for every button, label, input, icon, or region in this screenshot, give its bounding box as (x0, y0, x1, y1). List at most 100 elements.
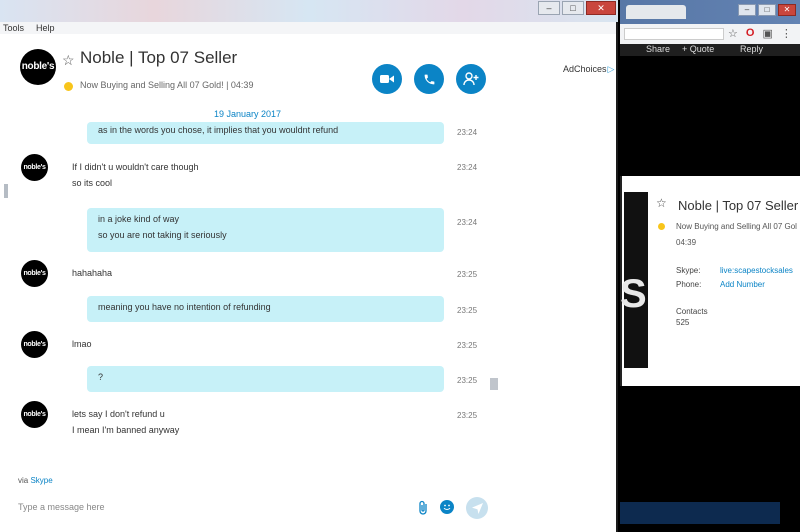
message-input[interactable]: Type a message here (18, 502, 105, 512)
emoticon-icon[interactable] (440, 500, 454, 514)
window-title-bar: – □ ✕ (0, 0, 618, 22)
contact-name[interactable]: Noble | Top 07 Seller (80, 48, 237, 68)
message-text: as in the words you chose, it implies th… (98, 125, 339, 135)
window-controls: – □ ✕ (538, 1, 616, 15)
message-timestamp: 23:24 (457, 218, 478, 227)
browser-minimize-button[interactable]: – (738, 4, 756, 16)
message-timestamp: 23:24 (457, 128, 478, 137)
message-timestamp: 23:25 (457, 306, 478, 315)
browser-window: – □ ✕ ☆ O ▣ ⋮ Share + Quote Reply S ☆ No… (620, 0, 800, 532)
sender-avatar[interactable]: noble's (21, 401, 48, 428)
via-label: via Skype (18, 476, 53, 485)
send-button[interactable] (466, 497, 488, 519)
skype-id[interactable]: live:scapestocksales (720, 266, 793, 275)
via-prefix: via (18, 476, 29, 485)
message-incoming[interactable]: If I didn't u wouldn't care though so it… (72, 159, 199, 191)
card-star-icon[interactable]: ☆ (656, 196, 667, 210)
avatar-label: noble's (21, 61, 55, 72)
menu-help[interactable]: Help (36, 22, 55, 34)
bookmark-star-icon[interactable]: ☆ (728, 27, 738, 40)
menu-icon[interactable]: ⋮ (781, 27, 792, 40)
add-number-link[interactable]: Add Number (720, 280, 765, 289)
phone-label: Phone: (676, 280, 702, 289)
video-call-button[interactable] (372, 64, 402, 94)
message-text: so you are not taking it seriously (98, 230, 227, 240)
avatar-label: noble's (23, 164, 46, 171)
url-field[interactable] (624, 28, 724, 40)
maximize-button[interactable]: □ (562, 1, 584, 15)
message-text: ? (98, 372, 104, 382)
message-bubble-outgoing[interactable]: in a joke kind of way so you are not tak… (87, 208, 444, 252)
card-contact-name: Noble | Top 07 Seller (678, 198, 799, 213)
browser-close-button[interactable]: ✕ (778, 4, 796, 16)
message-text: in a joke kind of way (98, 214, 180, 224)
message-scroll-handle[interactable] (490, 378, 498, 390)
browser-titlebar: – □ ✕ (620, 0, 800, 24)
date-separator: 19 January 2017 (214, 109, 282, 119)
message-text: I mean I'm banned anyway (72, 425, 180, 435)
message-bubble-outgoing[interactable]: as in the words you chose, it implies th… (87, 122, 444, 144)
smile-face-icon (443, 504, 451, 511)
skype-label: Skype: (676, 266, 701, 275)
contacts-count: 525 (676, 318, 690, 327)
message-text: hahahaha (72, 268, 113, 278)
minimize-button[interactable]: – (538, 1, 560, 15)
menu-bar: Tools Help (0, 22, 616, 34)
avatar-label: noble's (23, 341, 46, 348)
avatar-label: noble's (23, 270, 46, 277)
menu-tools[interactable]: Tools (3, 22, 24, 34)
card-status-icon (658, 223, 665, 230)
message-text: lets say I don't refund u (72, 409, 165, 419)
contacts-label: Contacts (676, 307, 708, 316)
sender-avatar[interactable]: noble's (21, 154, 48, 181)
sender-avatar[interactable]: noble's (21, 260, 48, 287)
via-skype-link[interactable]: Skype (30, 476, 52, 485)
message-incoming[interactable]: lets say I don't refund u I mean I'm ban… (72, 406, 179, 438)
contact-profile-card: S ☆ Noble | Top 07 Seller Now Buying and… (620, 176, 800, 386)
message-timestamp: 23:25 (457, 411, 478, 420)
message-text: lmao (72, 339, 92, 349)
message-timestamp: 23:25 (457, 341, 478, 350)
image-letter: S (620, 272, 647, 316)
voice-call-button[interactable] (414, 64, 444, 94)
attach-file-icon[interactable] (416, 500, 430, 516)
sender-avatar[interactable]: noble's (21, 331, 48, 358)
opera-icon[interactable]: O (746, 27, 755, 40)
address-bar: ☆ O ▣ ⋮ (620, 24, 800, 44)
message-incoming[interactable]: lmao (72, 336, 92, 352)
message-list: as in the words you chose, it implies th… (0, 122, 616, 482)
forum-post-actions: Share + Quote Reply (620, 44, 800, 56)
favorite-star-icon[interactable]: ☆ (62, 52, 75, 69)
share-button[interactable]: Share (646, 44, 670, 54)
message-timestamp: 23:25 (457, 270, 478, 279)
profile-image: S (620, 192, 648, 368)
video-camera-icon (380, 75, 394, 83)
card-mood-message: Now Buying and Selling All 07 Gol (676, 222, 797, 231)
contact-avatar[interactable]: noble's (20, 49, 56, 85)
conversation-header: noble's ☆ Noble | Top 07 Seller Now Buyi… (0, 34, 616, 104)
reply-button[interactable]: Reply (740, 44, 763, 54)
status-away-icon (64, 82, 73, 91)
message-timestamp: 23:25 (457, 376, 478, 385)
send-arrow-icon (471, 502, 483, 514)
message-incoming[interactable]: hahahaha (72, 265, 112, 281)
phone-icon (424, 74, 434, 84)
card-local-time: 04:39 (676, 238, 697, 247)
message-timestamp: 23:24 (457, 163, 478, 172)
browser-tab[interactable] (626, 5, 686, 19)
message-bubble-outgoing[interactable]: meaning you have no intention of refundi… (87, 296, 444, 322)
extension-icon[interactable]: ▣ (762, 27, 772, 40)
toolbar-icons: ☆ O ▣ ⋮ (728, 27, 792, 40)
quote-button[interactable]: + Quote (682, 44, 714, 54)
message-bubble-outgoing[interactable]: ? (87, 366, 444, 392)
avatar-label: noble's (23, 411, 46, 418)
browser-maximize-button[interactable]: □ (758, 4, 776, 16)
close-button[interactable]: ✕ (586, 1, 616, 15)
add-person-icon (463, 72, 479, 86)
mood-message: Now Buying and Selling All 07 Gold! | 04… (80, 80, 254, 90)
adchoices-link[interactable]: AdChoices (563, 64, 614, 75)
add-people-button[interactable] (456, 64, 486, 94)
left-scroll-marker (4, 184, 8, 198)
message-text: meaning you have no intention of refundi… (98, 302, 271, 312)
taskbar-strip (620, 502, 780, 524)
